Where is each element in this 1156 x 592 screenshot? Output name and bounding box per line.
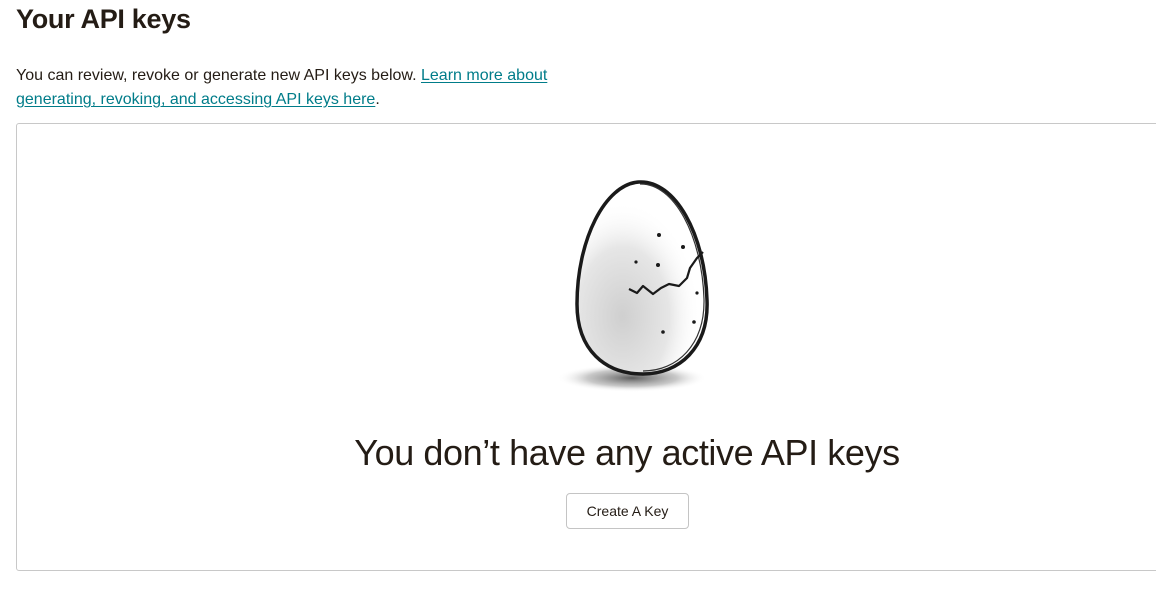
api-keys-page: Your API keys You can review, revoke or … xyxy=(0,0,1156,592)
empty-state-heading: You don’t have any active API keys xyxy=(354,432,900,473)
page-title: Your API keys xyxy=(16,4,191,34)
intro-paragraph: You can review, revoke or generate new A… xyxy=(16,64,596,112)
empty-state-panel: You don’t have any active API keys Creat… xyxy=(16,123,1156,571)
create-key-button[interactable]: Create A Key xyxy=(566,493,689,529)
intro-text: You can review, revoke or generate new A… xyxy=(16,67,417,84)
cracked-egg-icon xyxy=(557,180,709,392)
intro-trailing: . xyxy=(375,91,380,108)
